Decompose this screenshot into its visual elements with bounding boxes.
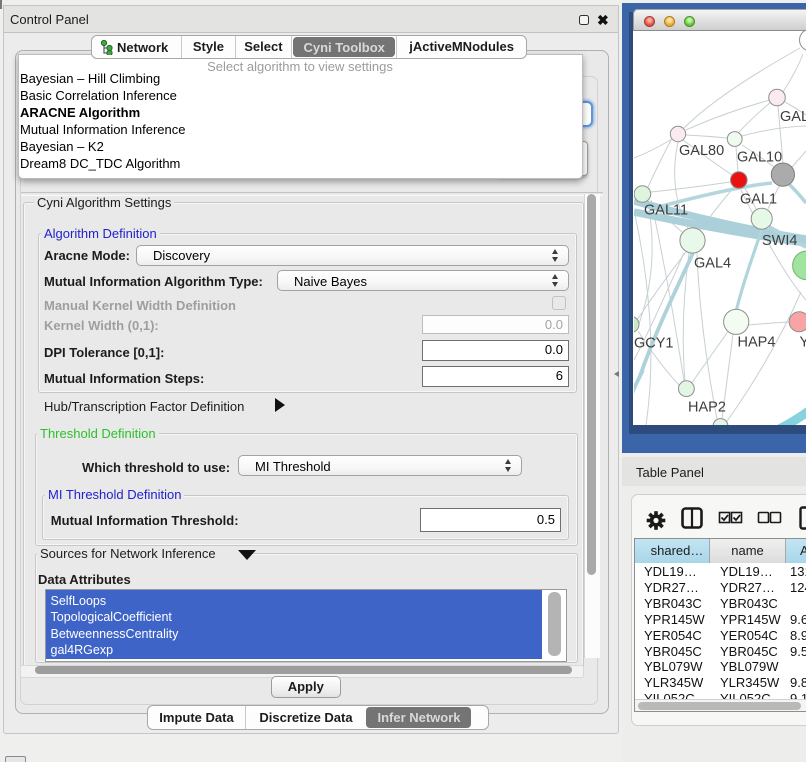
svg-text:GAL4: GAL4 <box>694 256 731 272</box>
svg-text:GAL10: GAL10 <box>737 150 782 166</box>
svg-text:GAL80: GAL80 <box>679 143 724 159</box>
svg-text:YEL: YEL <box>800 335 806 351</box>
svg-text:GAL11: GAL11 <box>644 203 688 219</box>
svg-text:GAL1: GAL1 <box>740 192 777 208</box>
svg-text:GAL7: GAL7 <box>780 109 806 125</box>
svg-text:GCY1: GCY1 <box>634 336 674 352</box>
svg-text:SWI4: SWI4 <box>762 233 797 249</box>
svg-text:HAP2: HAP2 <box>688 400 726 416</box>
svg-text:HAP4: HAP4 <box>738 335 776 351</box>
